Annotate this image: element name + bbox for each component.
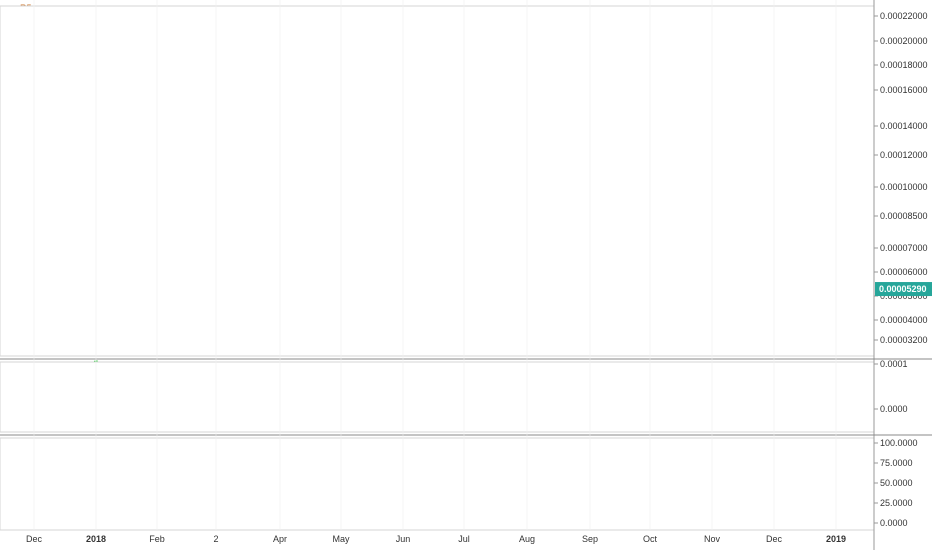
x-tick-label: Apr	[273, 534, 287, 544]
price-tick-label: 0.00012000	[880, 150, 928, 160]
panel-frame	[0, 6, 874, 356]
price-tick-label: 0.00022000	[880, 11, 928, 21]
chart-stage: R5R4R2R1S1S1R4S1R3R2R2R1R1S1PPR4R3R2R1R1…	[0, 0, 932, 550]
trading-chart: R5R4R2R1S1S1R4S1R3R2R2R1R1S1PPR4R3R2R1R1…	[0, 0, 932, 550]
price-tick-label: 0.00018000	[880, 60, 928, 70]
panel-frame	[0, 438, 874, 530]
price-tick-label: 0.00006000	[880, 267, 928, 277]
price-tick-label: 0.00008500	[880, 211, 928, 221]
x-tick-label: Oct	[643, 534, 658, 544]
price-tick-label: 0.00016000	[880, 85, 928, 95]
stoch-tick-label: 75.0000	[880, 458, 913, 468]
x-tick-label: Dec	[26, 534, 43, 544]
x-tick-label: Jun	[396, 534, 411, 544]
panel-frame	[0, 362, 874, 432]
stoch-tick-label: 50.0000	[880, 478, 913, 488]
price-tick-label: 0.00004000	[880, 315, 928, 325]
x-tick-label: Nov	[704, 534, 721, 544]
price-tick-label: 0.00007000	[880, 243, 928, 253]
macd-tick-label: 0.0000	[880, 404, 908, 414]
price-tick-label: 0.00020000	[880, 36, 928, 46]
x-tick-label: May	[332, 534, 350, 544]
last-price-label: 0.00005290	[879, 284, 927, 294]
axes: 0.00022000 0.00020000 0.00018000 0.00016000…	[0, 0, 932, 550]
x-tick-label: 2018	[86, 534, 106, 544]
macd-tick-label: 0.0001	[880, 359, 908, 369]
x-tick-label: Jul	[458, 534, 470, 544]
stoch-tick-label: 0.0000	[880, 518, 908, 528]
price-tick-label: 0.00010000	[880, 182, 928, 192]
x-tick-label: Sep	[582, 534, 598, 544]
x-tick-label: Feb	[149, 534, 165, 544]
price-tick-label: 0.00014000	[880, 121, 928, 131]
stoch-tick-label: 25.0000	[880, 498, 913, 508]
x-tick-label: 2019	[826, 534, 846, 544]
x-tick-label: Aug	[519, 534, 535, 544]
x-tick-label: 2	[213, 534, 218, 544]
x-tick-label: Dec	[766, 534, 783, 544]
stoch-tick-label: 100.0000	[880, 438, 918, 448]
price-tick-label: 0.00003200	[880, 335, 928, 345]
